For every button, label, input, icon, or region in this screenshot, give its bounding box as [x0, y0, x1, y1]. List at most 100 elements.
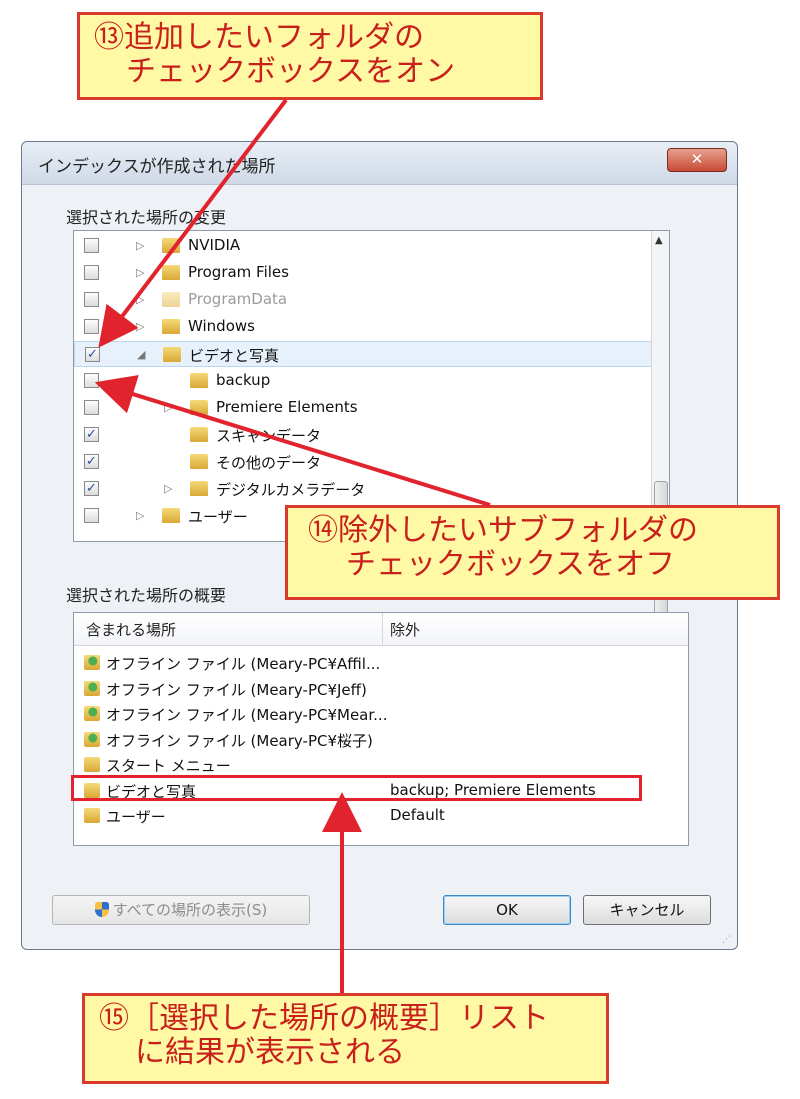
callout-line: チェックボックスをオフ [346, 547, 676, 582]
tree-row[interactable]: ▷ Windows [74, 314, 654, 340]
callout-line: ⑮［選択した場所の概要］リスト [99, 1001, 549, 1036]
dialog-title: インデックスが作成された場所 [38, 157, 276, 177]
callout-line: ⑬追加したいフォルダの [94, 20, 424, 55]
summary-row[interactable]: オフライン ファイル (Meary-PC¥Affil... [74, 651, 688, 676]
tree-item-label[interactable]: スキャンデータ [216, 425, 321, 446]
summary-row[interactable]: オフライン ファイル (Meary-PC¥桜子) [74, 728, 688, 753]
expander-icon[interactable]: ▷ [164, 401, 172, 414]
expander-icon[interactable]: ▷ [136, 293, 144, 306]
summary-label: 選択された場所の概要 [62, 582, 231, 606]
folder-icon [190, 427, 208, 442]
callout-uncheck-subfolder: ⑭除外したいサブフォルダの チェックボックスをオフ [285, 505, 780, 600]
included-location: オフライン ファイル (Meary-PC¥Mear... [106, 706, 388, 724]
tree-item-label[interactable]: ユーザー [188, 506, 248, 527]
ok-button[interactable]: OK [443, 895, 571, 925]
callout-summary-result: ⑮［選択した場所の概要］リスト に結果が表示される [82, 993, 609, 1084]
tree-item-label[interactable]: backup [216, 371, 270, 389]
offline-folder-icon [84, 655, 100, 670]
included-location: オフライン ファイル (Meary-PC¥桜子) [106, 731, 373, 750]
column-header-excluded[interactable]: 除外 [390, 619, 420, 640]
folder-icon [190, 373, 208, 388]
expander-icon[interactable]: ▷ [136, 266, 144, 279]
folder-tree[interactable]: ▷ NVIDIA ▷ Program Files ▷ ProgramData ▷ Window… [73, 230, 670, 623]
folder-checkbox[interactable] [84, 265, 99, 280]
change-locations-label: 選択された場所の変更 [62, 204, 231, 228]
callout-check-folder: ⑬追加したいフォルダの チェックボックスをオン [77, 12, 543, 100]
folder-icon [190, 454, 208, 469]
cancel-button[interactable]: キャンセル [583, 895, 711, 925]
tree-row[interactable]: ✓ その他のデータ [74, 449, 654, 475]
folder-checkbox[interactable]: ✓ [85, 347, 100, 362]
tree-row[interactable]: ▷ NVIDIA [74, 233, 654, 259]
expander-icon[interactable]: ▷ [136, 239, 144, 252]
resize-grip-icon[interactable]: ⋰ [722, 935, 731, 945]
column-header-included[interactable]: 含まれる場所 [86, 619, 176, 640]
shield-icon [94, 902, 109, 917]
summary-row[interactable]: ユーザー Default [74, 804, 688, 829]
callout-line: ⑭除外したいサブフォルダの [308, 513, 698, 548]
tree-item-label[interactable]: その他のデータ [216, 452, 321, 473]
tree-row[interactable]: ✓ ◢ ビデオと写真 [74, 341, 659, 367]
folder-icon [162, 319, 180, 334]
title-bar: インデックスが作成された場所 ✕ [22, 142, 737, 185]
folder-icon [162, 265, 180, 280]
tree-row[interactable]: ▷ Program Files [74, 260, 654, 286]
tree-item-label[interactable]: ビデオと写真 [189, 345, 279, 366]
summary-row[interactable]: オフライン ファイル (Meary-PC¥Mear... [74, 702, 688, 727]
callout-line: チェックボックスをオン [126, 54, 456, 89]
tree-item-label[interactable]: Premiere Elements [216, 398, 358, 416]
folder-checkbox[interactable] [84, 373, 99, 388]
expander-icon[interactable]: ▷ [136, 509, 144, 522]
folder-checkbox[interactable]: ✓ [84, 481, 99, 496]
close-button[interactable]: ✕ [667, 148, 727, 172]
folder-checkbox[interactable] [84, 508, 99, 523]
folder-icon [162, 292, 180, 307]
expander-icon[interactable]: ▷ [164, 482, 172, 495]
summary-list-header: 含まれる場所 除外 [74, 613, 688, 646]
included-location: ユーザー [106, 808, 166, 826]
folder-checkbox[interactable]: ✓ [84, 454, 99, 469]
close-icon: ✕ [690, 150, 704, 168]
tree-item-label[interactable]: デジタルカメラデータ [216, 479, 365, 500]
folder-checkbox[interactable] [84, 238, 99, 253]
summary-list[interactable]: 含まれる場所 除外 オフライン ファイル (Meary-PC¥Affil... オ… [73, 612, 689, 846]
folder-checkbox[interactable] [84, 319, 99, 334]
folder-icon [190, 400, 208, 415]
summary-row[interactable]: オフライン ファイル (Meary-PC¥Jeff) [74, 677, 688, 702]
folder-checkbox[interactable]: ✓ [84, 427, 99, 442]
included-location: スタート メニュー [106, 757, 231, 775]
tree-item-label[interactable]: NVIDIA [188, 236, 240, 254]
tree-item-label[interactable]: ProgramData [188, 290, 287, 308]
ok-label: OK [496, 901, 518, 919]
folder-icon [162, 238, 180, 253]
tree-item-label[interactable]: Program Files [188, 263, 289, 281]
folder-icon [84, 757, 100, 772]
scroll-up-icon[interactable]: ▲ [655, 235, 663, 246]
expander-icon[interactable]: ◢ [137, 348, 145, 361]
offline-folder-icon [84, 680, 100, 696]
column-divider[interactable] [382, 613, 383, 645]
tree-row[interactable]: ▷ ProgramData [74, 287, 654, 313]
tree-scrollbar[interactable]: ▲ ≡ [651, 231, 669, 623]
folder-checkbox[interactable] [84, 400, 99, 415]
tree-row[interactable]: ✓ スキャンデータ [74, 422, 654, 448]
show-all-locations-button[interactable]: すべての場所の表示(S) [52, 895, 310, 925]
folder-icon [163, 347, 181, 362]
offline-folder-icon [84, 731, 100, 747]
folder-icon [84, 808, 100, 823]
callout-line: に結果が表示される [135, 1035, 405, 1070]
folder-icon [190, 481, 208, 496]
included-location: オフライン ファイル (Meary-PC¥Jeff) [106, 680, 367, 699]
cancel-label: キャンセル [609, 901, 685, 919]
tree-row[interactable]: ▷ Premiere Elements [74, 395, 654, 421]
tree-item-label[interactable]: Windows [188, 317, 255, 335]
tree-row[interactable]: ✓ ▷ デジタルカメラデータ [74, 476, 654, 502]
excluded-folders: Default [390, 806, 445, 824]
folder-icon [162, 508, 180, 523]
offline-folder-icon [84, 706, 100, 721]
highlight-box [71, 775, 642, 801]
tree-row[interactable]: backup [74, 368, 654, 394]
show-all-label: すべての場所の表示(S) [112, 901, 268, 919]
expander-icon[interactable]: ▷ [136, 320, 144, 333]
folder-checkbox[interactable] [84, 292, 99, 307]
